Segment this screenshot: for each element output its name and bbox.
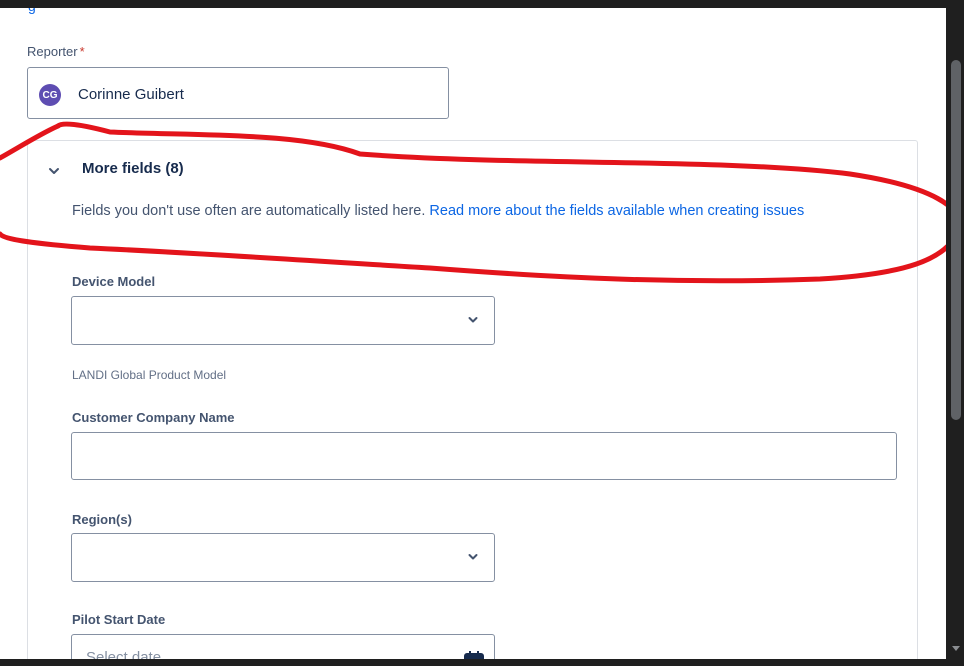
regions-label: Region(s) — [72, 512, 132, 527]
reporter-name: Corinne Guibert — [78, 86, 184, 103]
more-fields-description: Fields you don't use often are automatic… — [72, 200, 882, 222]
customer-company-label: Customer Company Name — [72, 410, 235, 425]
description-text: Fields you don't use often are automatic… — [72, 203, 430, 219]
avatar: CG — [39, 84, 61, 106]
reporter-label: Reporter * — [27, 44, 85, 59]
device-model-select[interactable] — [71, 296, 495, 345]
device-model-label: Device Model — [72, 274, 156, 289]
read-more-link[interactable]: Read more about the fields available whe… — [429, 203, 804, 219]
pilot-start-date-input[interactable]: Select date — [71, 634, 495, 659]
create-issue-form: g Reporter* CG Corinne Guibert More fiel… — [0, 8, 946, 659]
required-asterisk: * — [79, 44, 85, 59]
top-link[interactable]: g — [28, 8, 36, 14]
regions-select[interactable] — [71, 533, 495, 582]
reporter-label-text: Reporter — [27, 44, 78, 59]
pilot-start-placeholder: Select date — [86, 649, 162, 659]
chevron-down-icon — [468, 553, 478, 559]
chevron-down-icon[interactable] — [48, 165, 60, 177]
device-model-helper: LANDI Global Product Model — [72, 368, 227, 382]
reporter-field[interactable]: CG Corinne Guibert — [27, 67, 449, 119]
calendar-icon[interactable] — [464, 651, 484, 659]
chevron-down-icon — [468, 316, 478, 322]
more-fields-toggle[interactable]: More fields (8) — [82, 160, 184, 177]
customer-company-input[interactable] — [71, 432, 897, 480]
scrollbar-thumb[interactable] — [951, 60, 961, 420]
pilot-start-label: Pilot Start Date — [72, 612, 166, 627]
scroll-down-arrow-icon[interactable] — [950, 642, 962, 654]
